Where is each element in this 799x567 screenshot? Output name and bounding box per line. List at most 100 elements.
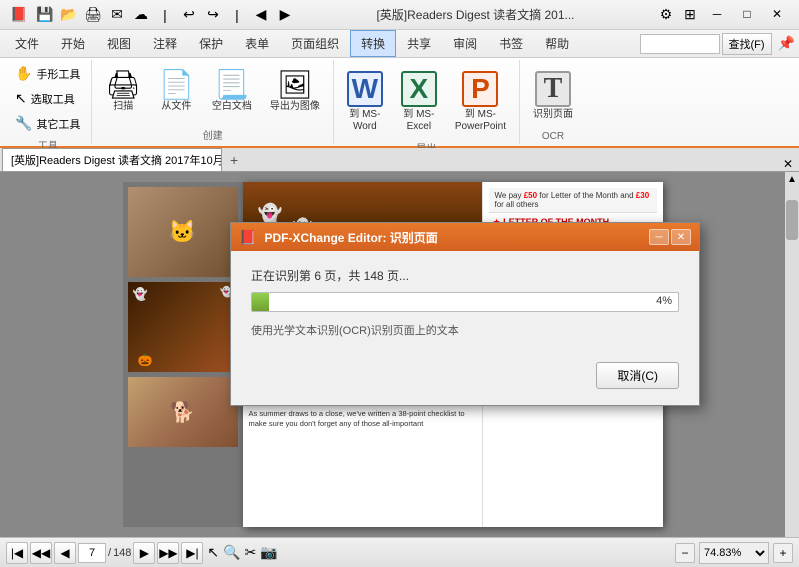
scroll-thumb[interactable]	[786, 200, 798, 240]
crop-status-icon[interactable]: ✂	[245, 544, 257, 561]
menu-protect[interactable]: 保护	[188, 30, 234, 57]
tab-label: [英版]Readers Digest 读者文摘 2017年10月刊	[11, 152, 222, 168]
close-button[interactable]: ✕	[763, 4, 791, 24]
dialog-close-button[interactable]: ✕	[671, 229, 691, 245]
dialog-minimize-button[interactable]: ─	[649, 229, 669, 245]
ocr-status-text: 正在识别第 6 页，共 148 页...	[251, 267, 679, 284]
menu-file[interactable]: 文件	[4, 30, 50, 57]
ribbon-group-ocr: T 识别页面 OCR	[520, 60, 586, 144]
zoom-status-icon[interactable]: 🔍	[223, 544, 240, 561]
email-icon[interactable]: ✉	[106, 4, 128, 26]
other-tools[interactable]: 🔧 其它工具	[10, 112, 85, 135]
menu-review[interactable]: 审阅	[442, 30, 488, 57]
cloud-icon[interactable]: ☁	[130, 4, 152, 26]
export-image-button[interactable]: 🖼 导出为图像	[263, 66, 327, 118]
create-buttons: 🖨 扫描 📄 从文件 📃 空白文档 🖼 导出为图像	[98, 62, 326, 125]
tools-icon: 🔧	[15, 115, 32, 132]
to-word-button[interactable]: W 到 MS-Word	[340, 66, 390, 138]
cancel-button[interactable]: 取消(C)	[596, 362, 679, 389]
export-buttons: W 到 MS-Word X 到 MS-Excel P 到 MS-PowerPoi…	[340, 62, 513, 138]
to-excel-button[interactable]: X 到 MS-Excel	[394, 66, 444, 138]
article2-body: As summer draws to a close, we've writte…	[243, 409, 482, 429]
progress-label: 4%	[656, 295, 672, 307]
zoom-plus-button[interactable]: +	[773, 543, 793, 563]
prev-button[interactable]: ◀	[54, 542, 76, 564]
status-bar: |◀ ◀◀ ◀ 7 / 148 ▶ ▶▶ ▶| ↖ 🔍 ✂ 📷 − 74.83%…	[0, 537, 799, 567]
amount1: £50	[524, 191, 537, 200]
vertical-scrollbar[interactable]: ▲	[785, 172, 799, 537]
print-icon[interactable]: 🖨	[82, 4, 104, 26]
dialog-title-bar: 📕 PDF-XChange Editor: 识别页面 ─ ✕	[231, 223, 699, 251]
minimize-button[interactable]: ─	[703, 4, 731, 24]
search-button[interactable]: 查找(F)	[722, 33, 772, 55]
close-document-button[interactable]: ✕	[783, 157, 793, 171]
window-settings-icon[interactable]: ⚙	[655, 4, 677, 26]
hand-tool[interactable]: ✋ 手形工具	[10, 62, 85, 85]
from-file-button[interactable]: 📄 从文件	[152, 66, 201, 118]
menu-view[interactable]: 视图	[96, 30, 142, 57]
zoom-minus-button[interactable]: −	[675, 543, 695, 563]
scroll-up-button[interactable]: ▲	[785, 172, 799, 186]
ghost-icon: 👻	[133, 287, 148, 301]
window-title: [英版]Readers Digest 读者文摘 201...	[296, 6, 655, 23]
dialog-footer: 取消(C)	[231, 354, 699, 405]
last-page-button[interactable]: ▶|	[181, 542, 203, 564]
app-logo: 📕	[8, 4, 30, 26]
first-page-button[interactable]: |◀	[6, 542, 28, 564]
hand-icon: ✋	[15, 65, 32, 82]
forward-icon[interactable]: ▶	[274, 4, 296, 26]
ocr-buttons: T 识别页面	[526, 62, 580, 129]
new-tab-button[interactable]: +	[222, 149, 246, 171]
status-tool-icons: ↖ 🔍 ✂ 📷	[207, 544, 277, 561]
pointer-status-icon[interactable]: ↖	[207, 544, 219, 561]
current-page-input[interactable]: 7	[78, 543, 106, 563]
to-ppt-button[interactable]: P 到 MS-PowerPoint	[448, 66, 513, 138]
undo-icon[interactable]: ↩	[178, 4, 200, 26]
menu-share[interactable]: 共享	[396, 30, 442, 57]
scan-icon: 🖨	[105, 71, 141, 99]
zoom-select[interactable]: 74.83%	[699, 542, 769, 564]
cat-thumbnail: 🐱	[128, 187, 238, 277]
menu-start[interactable]: 开始	[50, 30, 96, 57]
recognize-page-button[interactable]: T 识别页面	[526, 66, 580, 126]
menu-bookmarks[interactable]: 书签	[488, 30, 534, 57]
save-icon[interactable]: 💾	[34, 4, 56, 26]
open-icon[interactable]: 📂	[58, 4, 80, 26]
window-controls: ⚙ ⊞ ─ □ ✕	[655, 4, 791, 26]
menu-help[interactable]: 帮助	[534, 30, 580, 57]
separator2: |	[226, 4, 248, 26]
menu-annotate[interactable]: 注释	[142, 30, 188, 57]
dialog-app-icon: 📕	[239, 229, 256, 246]
zoom-area: − 74.83% +	[675, 542, 793, 564]
title-bar: 📕 💾 📂 🖨 ✉ ☁ | ↩ ↪ | ◀ ▶ [英版]Readers Dige…	[0, 0, 799, 30]
next-page-button[interactable]: ▶▶	[157, 542, 179, 564]
tools-list: ✋ 手形工具 ↖ 选取工具 🔧 其它工具	[10, 62, 85, 135]
prev-page-button[interactable]: ◀◀	[30, 542, 52, 564]
redo-icon[interactable]: ↪	[202, 4, 224, 26]
halloween-thumbnail: 👻 🎃 👻	[128, 282, 238, 372]
ribbon-group-tools: ✋ 手形工具 ↖ 选取工具 🔧 其它工具 工具	[4, 60, 92, 144]
blank-doc-button[interactable]: 📃 空白文档	[205, 66, 259, 118]
menu-convert[interactable]: 转换	[350, 30, 396, 57]
dog-thumbnail: 🐕	[128, 377, 238, 447]
scan-button[interactable]: 🖨 扫描	[98, 66, 148, 118]
menu-form[interactable]: 表单	[234, 30, 280, 57]
ocr-icon: T	[535, 71, 571, 107]
ribbon: ✋ 手形工具 ↖ 选取工具 🔧 其它工具 工具 🖨 扫描 📄 从文件	[0, 58, 799, 148]
pin-icon[interactable]: 📌	[778, 35, 795, 52]
back-icon[interactable]: ◀	[250, 4, 272, 26]
page-navigation: |◀ ◀◀ ◀ 7 / 148 ▶ ▶▶ ▶|	[6, 542, 203, 564]
expand-icon[interactable]: ⊞	[679, 4, 701, 26]
progress-fill	[252, 293, 269, 311]
search-input[interactable]	[640, 34, 720, 54]
dialog-title: PDF-XChange Editor: 识别页面	[264, 229, 641, 246]
maximize-button[interactable]: □	[733, 4, 761, 24]
select-icon: ↖	[15, 90, 27, 107]
snapshot-status-icon[interactable]: 📷	[260, 544, 277, 561]
excel-icon: X	[401, 71, 437, 107]
left-panel: 🐱 👻 🎃 👻 🐕	[123, 182, 243, 527]
menu-pageorg[interactable]: 页面组织	[280, 30, 350, 57]
select-tool[interactable]: ↖ 选取工具	[10, 87, 85, 110]
document-tab[interactable]: [英版]Readers Digest 读者文摘 2017年10月刊 ✕	[2, 148, 222, 171]
next-button[interactable]: ▶	[133, 542, 155, 564]
